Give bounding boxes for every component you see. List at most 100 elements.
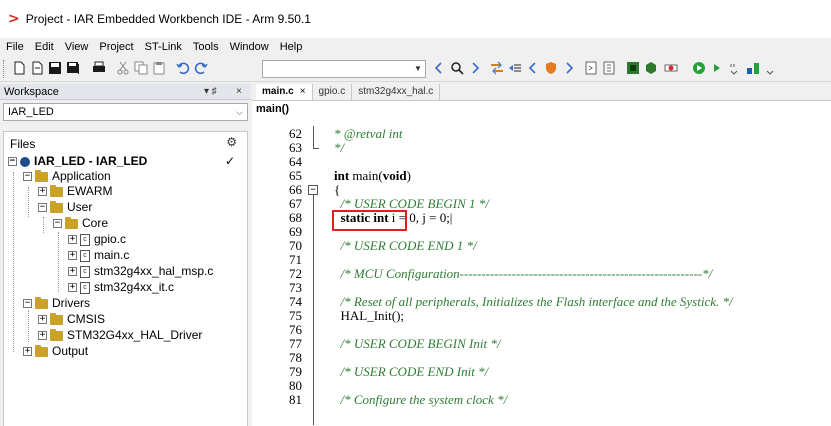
tab-gpio-c[interactable]: gpio.c <box>313 84 353 100</box>
tree-item-core[interactable]: − Core <box>53 216 108 231</box>
folder-icon <box>35 344 48 357</box>
expand-toggle-icon[interactable]: + <box>23 347 32 356</box>
toolbar: ▼ <box>0 56 831 82</box>
open-file-icon[interactable] <box>30 61 44 75</box>
go-icon[interactable] <box>692 61 706 75</box>
tree-item-user[interactable]: − User <box>38 200 92 215</box>
save-all-icon[interactable] <box>66 61 80 75</box>
collapse-toggle-icon[interactable]: − <box>8 157 17 166</box>
tab-label: stm32g4xx_hal.c <box>358 86 434 97</box>
find-input[interactable] <box>262 60 426 78</box>
tree-item-label: IAR_LED - IAR_LED <box>34 154 148 168</box>
compile-icon[interactable] <box>584 61 598 75</box>
fold-guide <box>313 126 314 148</box>
line-number: 81 <box>289 392 302 407</box>
expand-toggle-icon[interactable]: + <box>68 235 77 244</box>
tree-item-gpio-c[interactable]: + c gpio.c <box>68 232 126 247</box>
tree-item-output[interactable]: + Output <box>23 344 88 359</box>
collapse-toggle-icon[interactable]: − <box>38 203 47 212</box>
tab-label: gpio.c <box>318 86 346 97</box>
tree-item-application[interactable]: − Application <box>23 169 111 184</box>
tree-item-drivers[interactable]: − Drivers <box>23 296 90 311</box>
gear-icon[interactable]: ⚙ <box>226 135 237 149</box>
tree-item-project[interactable]: − IAR_LED - IAR_LED <box>8 154 147 169</box>
tree-item-hal-driver[interactable]: + STM32G4xx_HAL_Driver <box>38 328 202 343</box>
close-icon[interactable]: × <box>300 86 306 97</box>
expand-toggle-icon[interactable]: + <box>38 187 47 196</box>
folder-icon <box>35 169 48 182</box>
toggle-bookmark-icon[interactable] <box>490 61 504 75</box>
menu-edit[interactable]: Edit <box>35 41 54 53</box>
fold-collapse-icon[interactable]: − <box>308 185 318 195</box>
fold-guide-end <box>313 148 319 149</box>
find-icon[interactable] <box>450 61 464 75</box>
new-file-icon[interactable] <box>12 61 26 75</box>
expand-toggle-icon[interactable]: + <box>38 331 47 340</box>
tree-connector <box>58 232 59 292</box>
tree-item-ewarm[interactable]: + EWARM <box>38 184 113 199</box>
tree-item-hal-msp-c[interactable]: + c stm32g4xx_hal_msp.c <box>68 264 213 279</box>
expand-toggle-icon[interactable]: + <box>38 315 47 324</box>
save-icon[interactable] <box>48 61 62 75</box>
find-dropdown-icon[interactable]: ▼ <box>413 62 423 76</box>
workspace-close-icon[interactable]: × <box>236 84 242 100</box>
toolbar-grip[interactable] <box>3 60 6 78</box>
workspace-header: Workspace ▾ ♯ × <box>0 84 251 100</box>
menu-tools[interactable]: Tools <box>193 41 219 53</box>
toolbar-overflow-2-icon[interactable] <box>764 61 778 75</box>
menu-window[interactable]: Window <box>230 41 269 53</box>
menu-project[interactable]: Project <box>99 41 133 53</box>
breakpoint-icon[interactable] <box>664 61 678 75</box>
download-debug-icon[interactable] <box>626 61 640 75</box>
st-link-icon[interactable] <box>746 61 760 75</box>
tree-item-main-c[interactable]: + c main.c <box>68 248 129 263</box>
goto-bookmark-icon[interactable] <box>508 61 522 75</box>
menu-st-link[interactable]: ST-Link <box>145 41 182 53</box>
navigate-back-icon[interactable] <box>526 61 540 75</box>
code-line: */ <box>334 140 345 155</box>
folder-icon <box>50 312 63 325</box>
debug-without-download-icon[interactable] <box>644 61 658 75</box>
code-line: static int i = 0, j = 0;| <box>340 210 453 225</box>
tree-item-label: CMSIS <box>67 312 106 326</box>
code-line: /* MCU Configuration--------------------… <box>334 266 713 281</box>
tab-stm32g4xx-hal-c[interactable]: stm32g4xx_hal.c <box>352 84 441 100</box>
paste-icon[interactable] <box>152 61 166 75</box>
function-navigator[interactable]: main() <box>252 102 831 116</box>
files-header: Files <box>10 137 36 151</box>
code-line: /* USER CODE BEGIN Init */ <box>334 336 501 351</box>
navigate-forward-icon[interactable] <box>562 61 576 75</box>
collapse-toggle-icon[interactable]: − <box>53 219 62 228</box>
menu-file[interactable]: File <box>6 41 24 53</box>
workspace-pin-icon[interactable]: ▾ ♯ <box>204 84 217 100</box>
code-area[interactable]: * @retval int */ int main(void) { /* USE… <box>334 122 831 426</box>
expand-toggle-icon[interactable]: + <box>68 267 77 276</box>
expand-toggle-icon[interactable]: + <box>68 283 77 292</box>
make-icon[interactable] <box>602 61 616 75</box>
fold-guide <box>313 195 314 425</box>
shield-icon[interactable] <box>544 61 558 75</box>
collapse-toggle-icon[interactable]: − <box>23 299 32 308</box>
find-next-icon[interactable] <box>468 61 482 75</box>
workspace-title: Workspace <box>4 85 59 98</box>
code-line: int main(void) <box>334 168 411 183</box>
copy-icon[interactable] <box>134 61 148 75</box>
expand-toggle-icon[interactable]: + <box>68 251 77 260</box>
print-icon[interactable] <box>92 61 106 75</box>
menu-view[interactable]: View <box>65 41 89 53</box>
code-line: * @retval int <box>334 126 403 141</box>
find-previous-icon[interactable] <box>432 61 446 75</box>
run-to-cursor-icon[interactable] <box>710 61 724 75</box>
tree-item-it-c[interactable]: + c stm32g4xx_it.c <box>68 280 174 295</box>
undo-icon[interactable] <box>176 61 190 75</box>
tree-item-label: STM32G4xx_HAL_Driver <box>67 328 203 342</box>
collapse-toggle-icon[interactable]: − <box>23 172 32 181</box>
editor-tabs: main.c × gpio.c stm32g4xx_hal.c <box>252 84 831 101</box>
menu-help[interactable]: Help <box>280 41 303 53</box>
toolbar-overflow-icon[interactable] <box>728 61 742 75</box>
configuration-select[interactable]: IAR_LED ⌵ <box>3 103 248 121</box>
tab-main-c[interactable]: main.c × <box>256 84 313 100</box>
redo-icon[interactable] <box>194 61 208 75</box>
cut-icon[interactable] <box>116 61 130 75</box>
tree-item-cmsis[interactable]: + CMSIS <box>38 312 105 327</box>
